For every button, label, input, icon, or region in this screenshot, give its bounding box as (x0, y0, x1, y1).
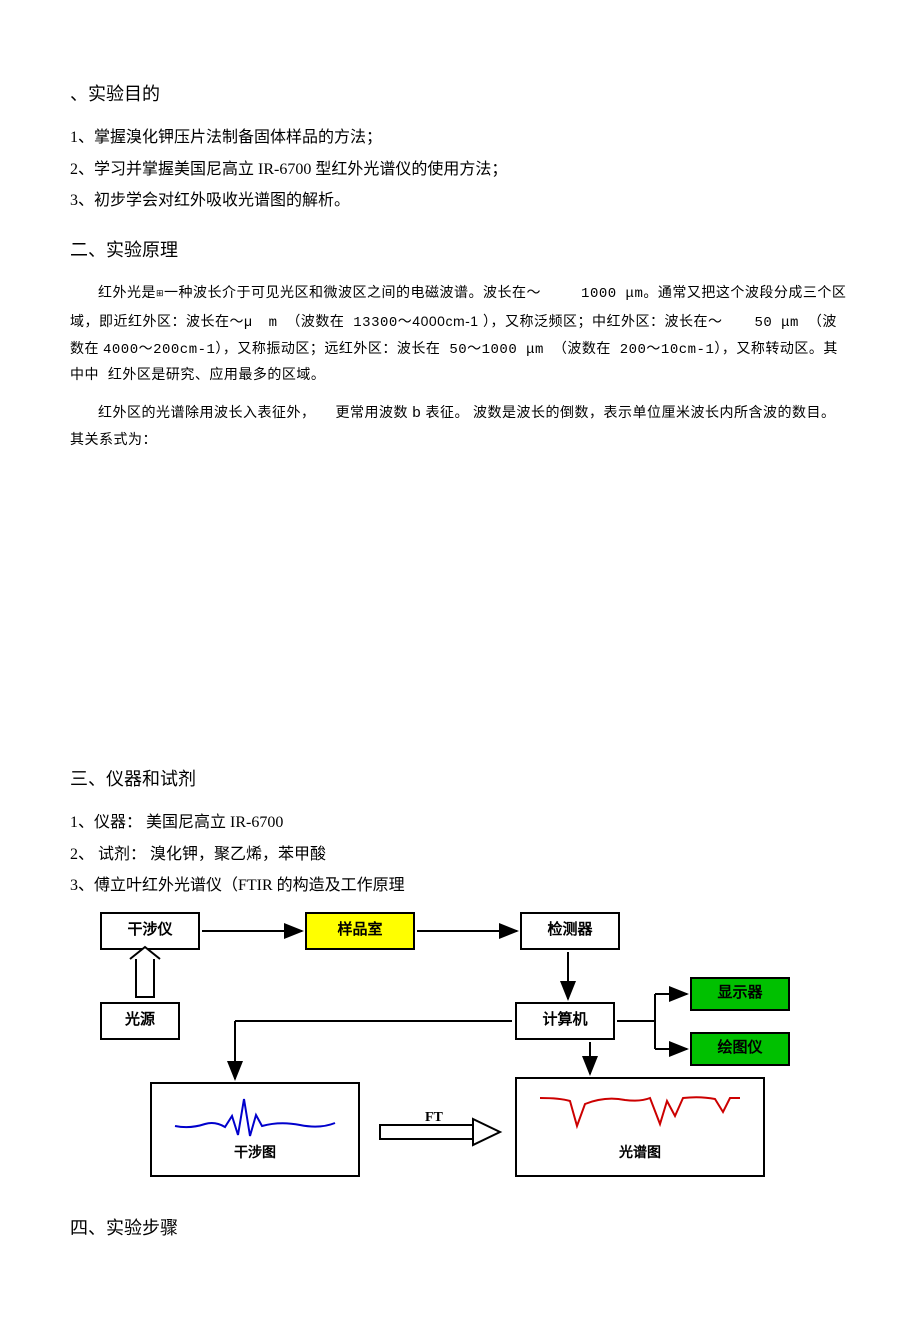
section3-title: 三、仪器和试剂 (70, 763, 850, 796)
box-display: 显示器 (690, 977, 790, 1011)
box-interferometer: 干涉仪 (100, 912, 200, 950)
box-interferogram: 干涉图 (150, 1082, 360, 1177)
box-detector: 检测器 (520, 912, 620, 950)
p2-frag-a: 红外区的光谱除用波长入表征外， (98, 406, 316, 421)
section1-item-3: 3、初步学会对红外吸收光谱图的解析。 (70, 186, 850, 216)
box-spectrum: 光谱图 (515, 1077, 765, 1177)
p1-frag-f: m （波数在 13300 (269, 315, 398, 331)
section2-paragraph-2: 红外区的光谱除用波长入表征外， 更常用波数 b 表征。 波数是波长的倒数，表示单… (70, 400, 850, 455)
section1-item-2: 2、学习并掌握美国尼高立 IR-6700 型红外光谱仪的使用方法； (70, 155, 850, 185)
interferogram-label: 干涉图 (234, 1141, 276, 1167)
p2-frag-c: b (412, 405, 422, 422)
section3-item-2: 2、 试剂： 溴化钾，聚乙烯，苯甲酸 (70, 840, 850, 870)
section1-item-1: 1、掌握溴化钾压片法制备固体样品的方法； (70, 123, 850, 153)
section1-title: 、实验目的 (70, 78, 850, 111)
formula-blank-area (70, 465, 850, 745)
interferogram-curve-icon (170, 1091, 340, 1141)
spectrum-curve-icon (535, 1086, 745, 1141)
p1-frag-h: ，又称泛频区；中红外区：波长在 (490, 315, 708, 330)
section3-item-3: 3、傅立叶红外光谱仪（FTIR 的构造及工作原理 (70, 871, 850, 901)
section4-title: 四、实验步骤 (70, 1212, 850, 1245)
spectrum-label: 光谱图 (619, 1141, 661, 1167)
section2-title: 二、实验原理 (70, 234, 850, 267)
p1-frag-k: 4000～200cm-1），又称振动区；远红外区：波长在 50～1000 μm … (70, 342, 838, 385)
p2-frag-d: 表征。 波数是波长的倒数，表示单位厘米波长内所含波的数目。 (426, 406, 836, 421)
tilde-4: ～ (708, 313, 723, 329)
box-sample-chamber: 样品室 (305, 912, 415, 950)
p1-frag-g: ～4000cm-1 ） (398, 313, 491, 329)
ftir-diagram: 干涉仪 样品室 检测器 光源 计算机 显示器 绘图仪 干涉图 光谱图 (80, 907, 850, 1187)
ft-label: FT (425, 1105, 443, 1131)
section3-item-1: 1、仪器： 美国尼高立 IR-6700 (70, 808, 850, 838)
p2-frag-e: 其关系式为： (70, 428, 157, 455)
p2-frag-b: 更常用波数 (336, 406, 409, 421)
tilde-1: ～ (527, 284, 542, 300)
box-light-source: 光源 (100, 1002, 180, 1040)
box-computer: 计算机 (515, 1002, 615, 1040)
box-plotter: 绘图仪 (690, 1032, 790, 1066)
section2-paragraph-1: 红外光是⊞一种波长介于可见光区和微波区之间的电磁波谱。波长在～ 1000 μm。… (70, 279, 850, 389)
tilde-2: ～μ (230, 313, 253, 329)
p1-frag-a: 红外光是 (98, 286, 156, 301)
document-page: 、实验目的 1、掌握溴化钾压片法制备固体样品的方法； 2、学习并掌握美国尼高立 … (0, 0, 920, 1317)
p1-frag-b: 一种波长介于可见光区和微波区之间的电磁波谱。波长在 (164, 286, 527, 301)
